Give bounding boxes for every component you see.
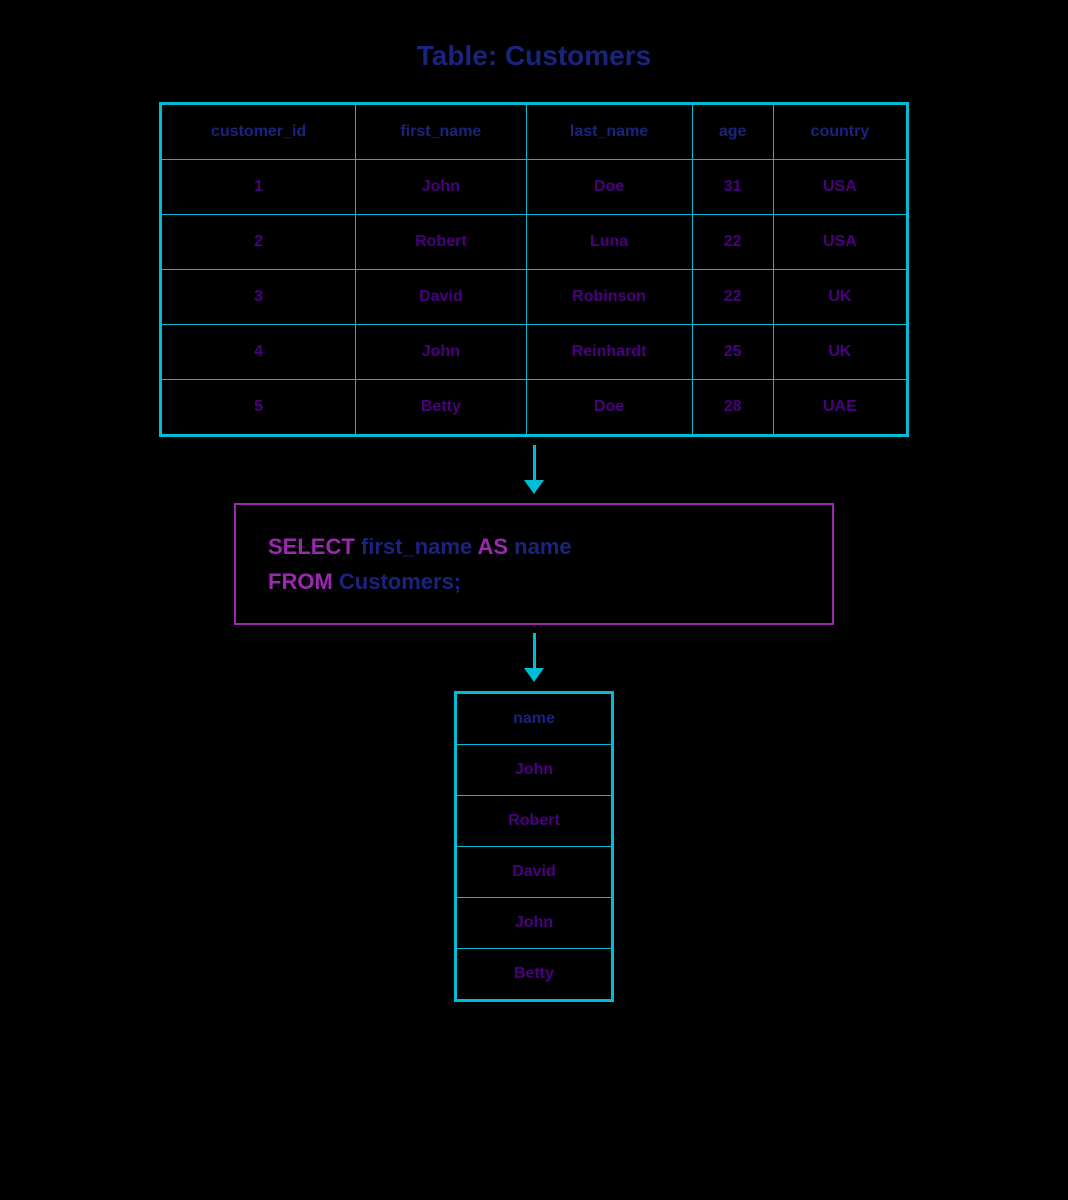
col-last-name: last_name <box>526 105 692 160</box>
result-row: Betty <box>457 949 612 1000</box>
cell-country: UK <box>773 325 906 380</box>
customers-table-wrapper: customer_id first_name last_name age cou… <box>159 102 909 437</box>
result-row: John <box>457 745 612 796</box>
cell-customer_id: 5 <box>162 380 356 435</box>
cell-age: 25 <box>692 325 773 380</box>
result-row: David <box>457 847 612 898</box>
result-header-row: name <box>457 694 612 745</box>
cell-first_name: David <box>356 270 526 325</box>
table-row: 3DavidRobinson22UK <box>162 270 907 325</box>
col-country: country <box>773 105 906 160</box>
cell-country: UAE <box>773 380 906 435</box>
result-cell-name: John <box>457 898 612 949</box>
cell-last_name: Luna <box>526 215 692 270</box>
arrow-to-query <box>524 445 544 495</box>
table-row: 2RobertLuna22USA <box>162 215 907 270</box>
arrow-head-2 <box>524 668 544 682</box>
cell-last_name: Robinson <box>526 270 692 325</box>
sql-line1-plain1: first_name <box>355 534 478 559</box>
table-header-row: customer_id first_name last_name age cou… <box>162 105 907 160</box>
result-cell-name: John <box>457 745 612 796</box>
cell-country: UK <box>773 270 906 325</box>
cell-first_name: John <box>356 325 526 380</box>
cell-country: USA <box>773 215 906 270</box>
cell-age: 22 <box>692 270 773 325</box>
sql-line1-plain2: name <box>508 534 572 559</box>
result-table: name JohnRobertDavidJohnBetty <box>456 693 612 1000</box>
customers-table: customer_id first_name last_name age cou… <box>161 104 907 435</box>
sql-select-keyword: SELECT <box>268 534 355 559</box>
result-cell-name: Robert <box>457 796 612 847</box>
cell-age: 22 <box>692 215 773 270</box>
sql-from-keyword: FROM <box>268 569 333 594</box>
result-row: Robert <box>457 796 612 847</box>
cell-first_name: John <box>356 160 526 215</box>
cell-customer_id: 4 <box>162 325 356 380</box>
cell-customer_id: 1 <box>162 160 356 215</box>
result-cell-name: David <box>457 847 612 898</box>
col-customer-id: customer_id <box>162 105 356 160</box>
sql-line2-plain1: Customers; <box>333 569 461 594</box>
result-col-name: name <box>457 694 612 745</box>
page-title: Table: Customers <box>417 40 651 72</box>
table-row: 5BettyDoe28UAE <box>162 380 907 435</box>
sql-text: SELECT first_name AS name FROM Customers… <box>268 529 800 599</box>
sql-query-box: SELECT first_name AS name FROM Customers… <box>234 503 834 625</box>
cell-last_name: Reinhardt <box>526 325 692 380</box>
arrow-head-1 <box>524 480 544 494</box>
cell-first_name: Betty <box>356 380 526 435</box>
arrow-line-1 <box>533 445 536 480</box>
cell-last_name: Doe <box>526 160 692 215</box>
cell-age: 28 <box>692 380 773 435</box>
main-container: Table: Customers customer_id first_name … <box>84 40 984 1002</box>
result-cell-name: Betty <box>457 949 612 1000</box>
arrow-line-2 <box>533 633 536 668</box>
arrow-to-result <box>524 633 544 683</box>
col-age: age <box>692 105 773 160</box>
cell-first_name: Robert <box>356 215 526 270</box>
cell-country: USA <box>773 160 906 215</box>
col-first-name: first_name <box>356 105 526 160</box>
table-row: 4JohnReinhardt25UK <box>162 325 907 380</box>
cell-age: 31 <box>692 160 773 215</box>
cell-customer_id: 3 <box>162 270 356 325</box>
sql-as-keyword: AS <box>477 534 508 559</box>
table-row: 1JohnDoe31USA <box>162 160 907 215</box>
result-row: John <box>457 898 612 949</box>
cell-last_name: Doe <box>526 380 692 435</box>
cell-customer_id: 2 <box>162 215 356 270</box>
result-table-wrapper: name JohnRobertDavidJohnBetty <box>454 691 614 1002</box>
